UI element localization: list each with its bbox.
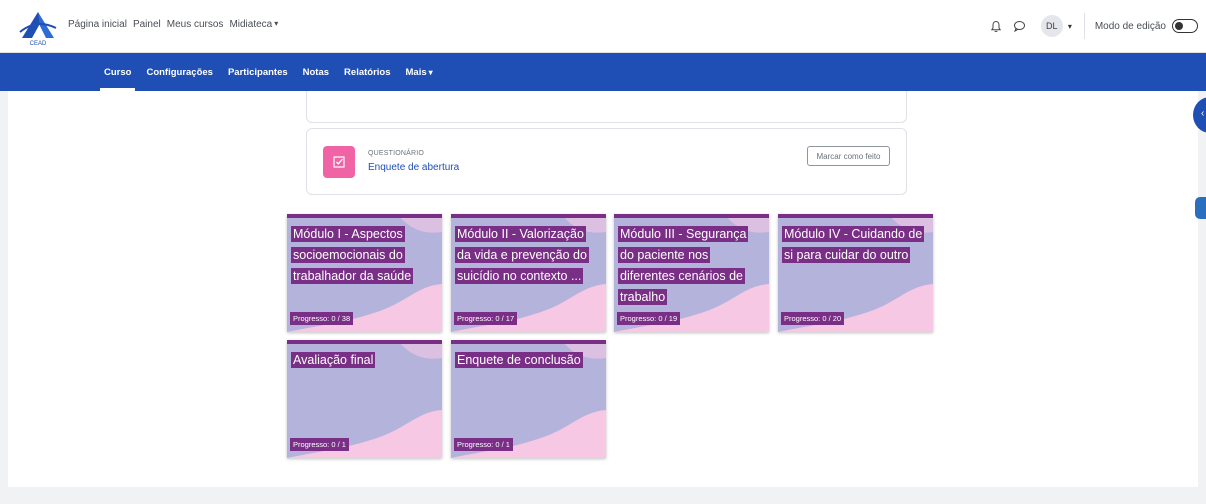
tab-more-label: Mais [405, 66, 427, 78]
module-progress: Progresso: 0 / 19 [617, 312, 681, 325]
card-accent-bar [287, 340, 442, 344]
accessibility-button[interactable] [1195, 197, 1206, 219]
card-accent-bar [287, 214, 442, 218]
nav-home-link[interactable]: Página inicial [68, 19, 127, 30]
site-logo[interactable]: CEAD [18, 8, 58, 47]
module-card[interactable]: Módulo I - Aspectos socioemocionais do t… [287, 214, 442, 332]
card-accent-bar [778, 214, 933, 218]
module-progress: Progresso: 0 / 1 [290, 438, 349, 451]
toggle-knob [1175, 22, 1183, 30]
module-card[interactable]: Módulo IV - Cuidando de si para cuidar d… [778, 214, 933, 332]
tab-more[interactable]: Mais ▾ [406, 53, 433, 91]
module-title: Módulo III - Segurança do paciente nos d… [618, 226, 749, 305]
nav-dashboard-link[interactable]: Painel [133, 19, 161, 30]
module-progress: Progresso: 0 / 20 [781, 312, 845, 325]
tab-course[interactable]: Curso [99, 53, 136, 91]
tab-participants[interactable]: Participantes [228, 53, 288, 91]
course-navbar: Curso Configurações Participantes Notas … [0, 53, 1206, 91]
nav-media-library-label: Midiateca [229, 19, 273, 30]
mark-as-done-button[interactable]: Marcar como feito [807, 146, 890, 166]
user-controls: DL ▾ Modo de edição [987, 0, 1206, 52]
chat-bubble-icon[interactable] [1011, 17, 1029, 35]
module-card[interactable]: Enquete de conclusão Progresso: 0 / 1 [451, 340, 606, 458]
activity-card-previous [306, 91, 907, 123]
chevron-down-icon: ▾ [274, 19, 279, 28]
course-content: QUESTIONÁRIO Enquete de abertura Marcar … [8, 91, 1198, 487]
module-title: Avaliação final [291, 352, 376, 368]
nav-media-library-menu[interactable]: Midiateca ▾ [229, 19, 278, 30]
module-title: Módulo IV - Cuidando de si para cuidar d… [782, 226, 925, 263]
tab-reports[interactable]: Relatórios [344, 53, 390, 91]
module-progress: Progresso: 0 / 38 [290, 312, 354, 325]
module-title: Enquete de conclusão [455, 352, 583, 368]
edit-mode-toggle[interactable] [1172, 19, 1198, 33]
module-card[interactable]: Avaliação final Progresso: 0 / 1 [287, 340, 442, 458]
card-accent-bar [614, 214, 769, 218]
chevron-down-icon[interactable]: ▾ [1068, 22, 1072, 31]
module-progress: Progresso: 0 / 17 [454, 312, 518, 325]
nav-my-courses-link[interactable]: Meus cursos [167, 19, 224, 30]
module-title: Módulo I - Aspectos socioemocionais do t… [291, 226, 414, 284]
user-avatar[interactable]: DL [1040, 15, 1063, 37]
card-accent-bar [451, 214, 606, 218]
svg-text:CEAD: CEAD [30, 41, 47, 46]
divider [1083, 13, 1085, 39]
top-navbar: CEAD Página inicial Painel Meus cursos M… [0, 0, 1206, 53]
chevron-left-icon: ‹ [1201, 108, 1205, 119]
chevron-down-icon: ▾ [428, 67, 433, 77]
module-title: Módulo II - Valorização da vida e preven… [455, 226, 589, 284]
module-card[interactable]: Módulo II - Valorização da vida e preven… [451, 214, 606, 332]
activity-link[interactable]: Enquete de abertura [368, 162, 459, 173]
module-card[interactable]: Módulo III - Segurança do paciente nos d… [614, 214, 769, 332]
quiz-icon [323, 146, 355, 178]
card-accent-bar [451, 340, 606, 344]
activity-card: QUESTIONÁRIO Enquete de abertura Marcar … [306, 128, 907, 195]
tab-grades[interactable]: Notas [303, 53, 329, 91]
bell-icon[interactable] [987, 17, 1005, 35]
module-progress: Progresso: 0 / 1 [454, 438, 513, 451]
activity-type-label: QUESTIONÁRIO [368, 150, 425, 157]
edit-mode-label: Modo de edição [1094, 20, 1166, 32]
primary-nav: Página inicial Painel Meus cursos Midiat… [68, 19, 278, 30]
tab-settings[interactable]: Configurações [146, 53, 213, 91]
